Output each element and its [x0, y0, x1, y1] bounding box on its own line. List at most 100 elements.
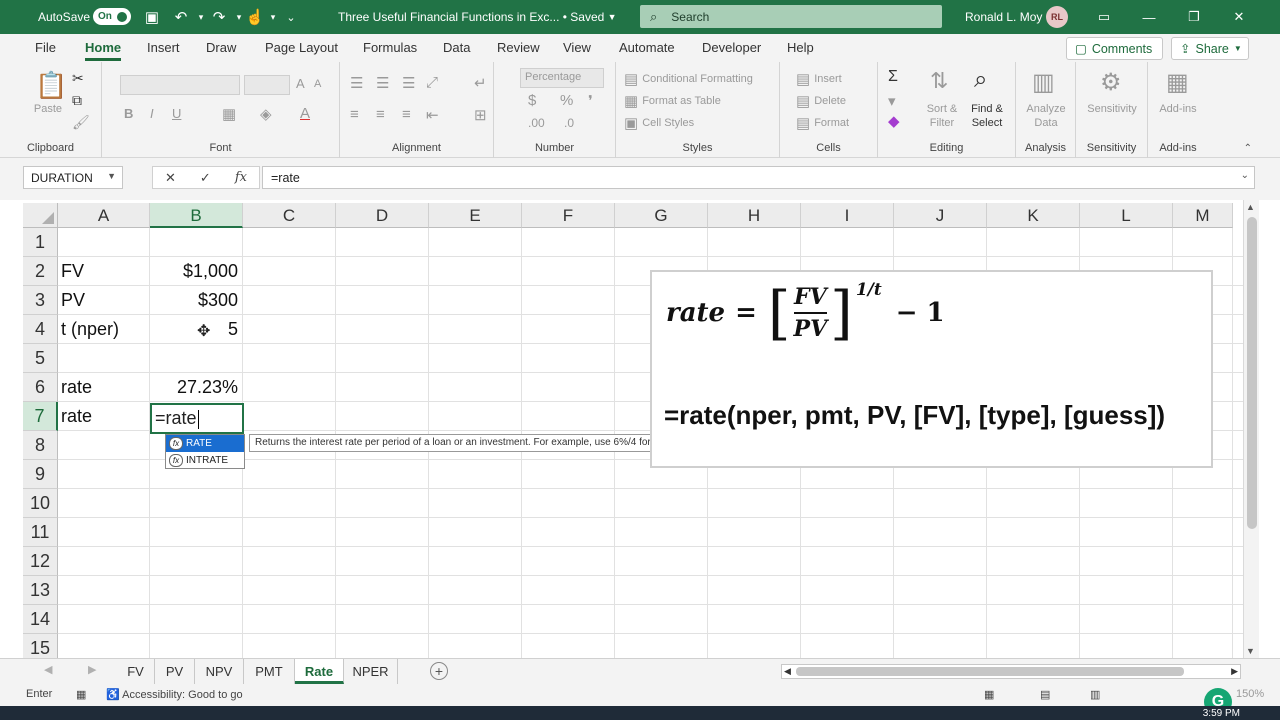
restore-icon[interactable]: ❐	[1179, 0, 1209, 34]
row-header-1[interactable]: 1	[23, 228, 58, 257]
insert-cells-button[interactable]: ▤ Insert	[796, 70, 842, 88]
tab-automate[interactable]: Automate	[619, 40, 675, 55]
copy-icon[interactable]: ⧉	[72, 92, 82, 109]
align-top-icon[interactable]: ☰	[350, 74, 363, 92]
align-bottom-icon[interactable]: ☰	[402, 74, 415, 92]
scroll-down-icon[interactable]: ▼	[1246, 646, 1255, 656]
chevron-down-icon[interactable]: ▼	[107, 171, 116, 181]
conditional-formatting-button[interactable]: ▤ Conditional Formatting	[624, 70, 753, 88]
sheet-tab-rate[interactable]: Rate	[295, 659, 344, 684]
cell-styles-button[interactable]: ▣ Cell Styles	[624, 114, 694, 132]
undo-icon[interactable]: ↶	[170, 0, 192, 34]
borders-icon[interactable]: ▦	[222, 105, 236, 123]
align-middle-icon[interactable]: ☰	[376, 74, 389, 92]
column-header-g[interactable]: G	[615, 203, 708, 228]
name-box[interactable]: DURATION ▼	[23, 166, 123, 189]
column-header-j[interactable]: J	[894, 203, 987, 228]
vertical-scrollbar[interactable]: ▲ ▼	[1243, 200, 1259, 658]
horizontal-scrollbar[interactable]: ◀ ▶	[781, 664, 1241, 679]
delete-cells-button[interactable]: ▤ Delete	[796, 92, 846, 110]
orientation-icon[interactable]: ⤢	[426, 74, 438, 91]
tab-data[interactable]: Data	[443, 40, 470, 55]
page-layout-view-icon[interactable]: ▤	[1040, 688, 1050, 701]
ribbon-display-icon[interactable]: ▭	[1089, 0, 1119, 34]
find-select-label[interactable]: Find & Select	[962, 102, 1012, 130]
next-sheet-icon[interactable]: ▶	[88, 663, 96, 676]
sheet-tab-nper[interactable]: NPER	[344, 659, 398, 684]
column-header-i[interactable]: I	[801, 203, 894, 228]
align-right-icon[interactable]: ≡	[402, 106, 411, 123]
scroll-up-icon[interactable]: ▲	[1246, 202, 1255, 212]
tab-review[interactable]: Review	[497, 40, 540, 55]
decrease-decimal-icon[interactable]: .0	[564, 116, 574, 130]
cell-a7[interactable]: rate	[58, 402, 150, 431]
format-as-table-button[interactable]: ▦ Format as Table	[624, 92, 721, 110]
comma-icon[interactable]: ❜	[588, 92, 593, 110]
active-cell-b7[interactable]: =rate	[150, 403, 244, 434]
cell-a3[interactable]: PV	[58, 286, 150, 315]
tab-insert[interactable]: Insert	[147, 40, 180, 55]
column-header-k[interactable]: K	[987, 203, 1080, 228]
redo-icon[interactable]: ↷	[208, 0, 230, 34]
sheet-tab-pv[interactable]: PV	[155, 659, 195, 684]
addins-icon[interactable]: ▦	[1166, 68, 1189, 97]
cell-a6[interactable]: rate	[58, 373, 150, 402]
merge-center-icon[interactable]: ⊞	[474, 106, 487, 124]
page-break-view-icon[interactable]: ▥	[1090, 688, 1100, 701]
autocomplete-item-rate[interactable]: fx RATE	[166, 435, 244, 452]
cell-a2[interactable]: FV	[58, 257, 150, 286]
autosave-toggle[interactable]: On	[93, 8, 131, 25]
minimize-icon[interactable]: —	[1134, 0, 1164, 34]
sensitivity-button-label[interactable]: Sensitivity	[1080, 102, 1144, 116]
bold-icon[interactable]: B	[124, 106, 133, 121]
indent-icon[interactable]: ⇤	[426, 106, 439, 124]
row-header-3[interactable]: 3	[23, 286, 58, 315]
column-header-f[interactable]: F	[522, 203, 615, 228]
row-header-15[interactable]: 15	[23, 634, 58, 658]
row-header-13[interactable]: 13	[23, 576, 58, 605]
clear-icon[interactable]: ◆	[888, 112, 900, 130]
sort-filter-icon[interactable]: ⇅	[930, 68, 948, 94]
wrap-text-icon[interactable]: ↵	[474, 74, 487, 92]
format-cells-button[interactable]: ▤ Format	[796, 114, 849, 132]
sort-filter-label[interactable]: Sort & Filter	[918, 102, 966, 130]
user-name[interactable]: Ronald L. Moy	[965, 0, 1042, 34]
column-header-b[interactable]: B	[150, 203, 243, 228]
insert-function-icon[interactable]: fx	[235, 170, 247, 185]
analyze-data-icon[interactable]: ▥	[1032, 68, 1055, 97]
tab-home[interactable]: Home	[85, 40, 122, 61]
document-title[interactable]: Three Useful Financial Functions in Exc.…	[338, 0, 617, 34]
align-left-icon[interactable]: ≡	[350, 106, 359, 123]
font-name-box[interactable]	[120, 75, 240, 95]
fill-icon[interactable]: ▾	[888, 92, 896, 110]
cell-b3[interactable]: $300	[150, 286, 243, 315]
row-header-2[interactable]: 2	[23, 257, 58, 286]
share-button[interactable]: ⇪ Share ▼	[1171, 37, 1249, 60]
select-all-corner[interactable]	[23, 203, 58, 228]
prev-sheet-icon[interactable]: ◀	[44, 663, 52, 676]
worksheet-grid[interactable]: ABCDEFGHIJKLM 1 2 3 4 5 6 7 8 9 10 11 12 13 14 15 FV $…	[0, 200, 1280, 658]
scroll-right-icon[interactable]: ▶	[1231, 665, 1238, 678]
formula-input[interactable]: =rate ⌄	[262, 166, 1255, 189]
row-header-10[interactable]: 10	[23, 489, 58, 518]
tab-view[interactable]: View	[563, 40, 591, 55]
decrease-font-icon[interactable]: A	[314, 78, 321, 90]
row-header-9[interactable]: 9	[23, 460, 58, 489]
addins-button-label[interactable]: Add-ins	[1152, 102, 1204, 116]
increase-font-icon[interactable]: A	[296, 76, 305, 91]
expand-formula-icon[interactable]: ⌄	[1241, 170, 1249, 181]
horizontal-scroll-thumb[interactable]	[796, 667, 1184, 676]
cancel-icon[interactable]: ✕	[165, 170, 176, 186]
row-header-12[interactable]: 12	[23, 547, 58, 576]
vertical-scroll-thumb[interactable]	[1247, 217, 1257, 529]
column-header-c[interactable]: C	[243, 203, 336, 228]
underline-icon[interactable]: U	[172, 106, 181, 121]
collapse-ribbon-icon[interactable]: ⌃	[1244, 143, 1252, 154]
cell-b6[interactable]: 27.23%	[150, 373, 243, 402]
column-header-e[interactable]: E	[429, 203, 522, 228]
tab-developer[interactable]: Developer	[702, 40, 761, 55]
column-header-h[interactable]: H	[708, 203, 801, 228]
sheet-tab-npv[interactable]: NPV	[195, 659, 244, 684]
increase-decimal-icon[interactable]: .00	[528, 116, 545, 130]
row-header-8[interactable]: 8	[23, 431, 58, 460]
